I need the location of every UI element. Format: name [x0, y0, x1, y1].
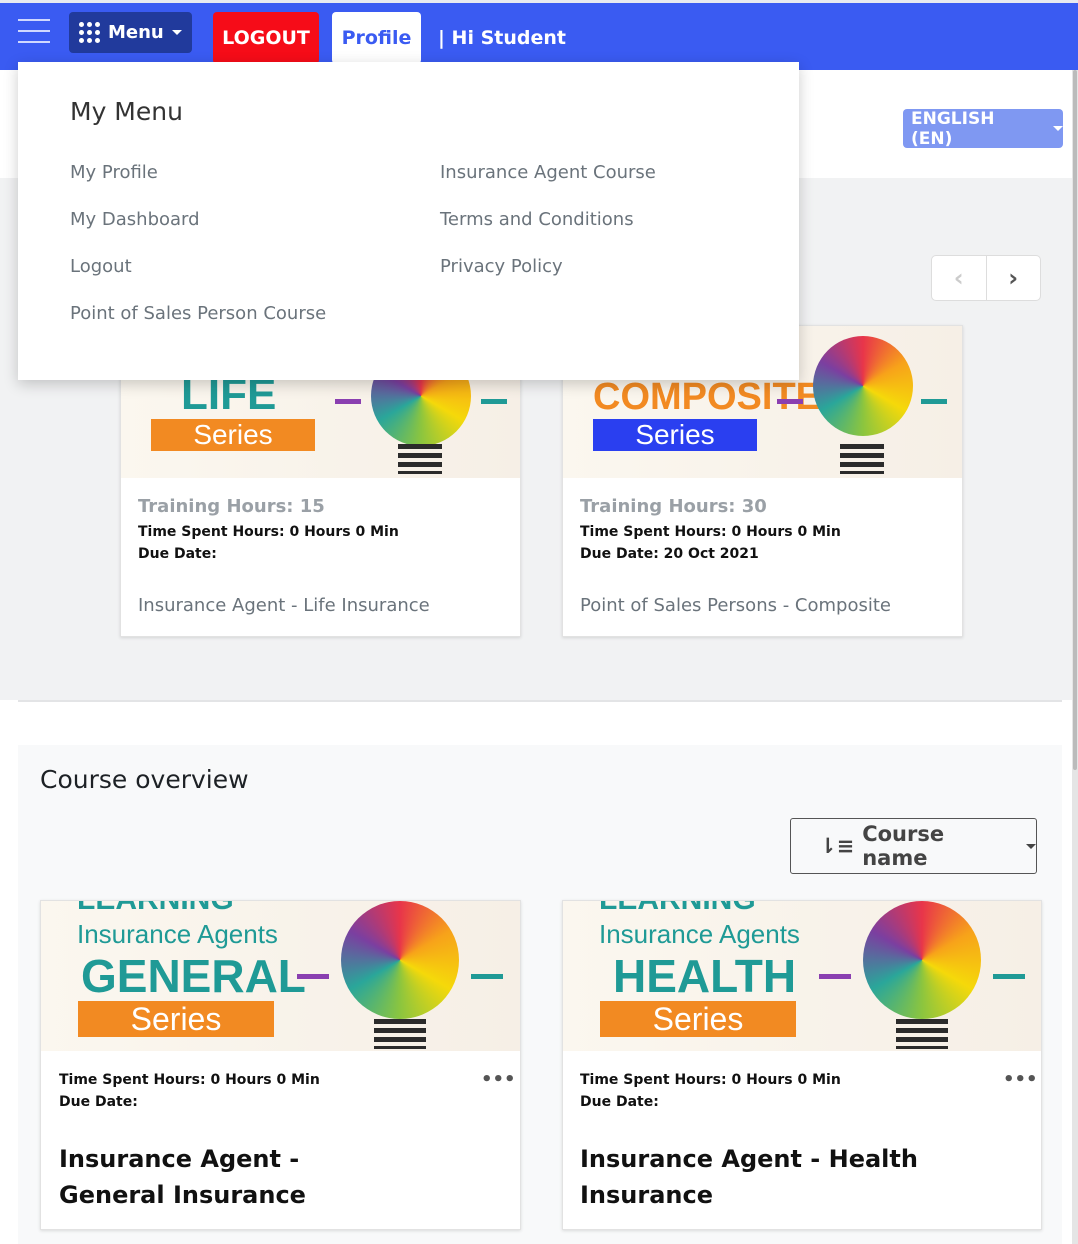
- course-card[interactable]: LEARNING Insurance Agents GENERAL Series…: [40, 900, 521, 1230]
- section-title: Course overview: [40, 765, 249, 794]
- language-selector[interactable]: ENGLISH (EN): [903, 108, 1063, 149]
- my-menu-dropdown: My Menu My Profile My Dashboard Logout P…: [18, 62, 799, 380]
- image-top: LEARNING: [599, 901, 756, 917]
- course-name-link[interactable]: Point of Sales Persons - Composite: [580, 595, 891, 616]
- due-date: Due Date:: [138, 546, 217, 562]
- menu-item-pos-course[interactable]: Point of Sales Person Course: [70, 303, 326, 324]
- course-image: LEARNING Insurance Agents HEALTH Series: [563, 901, 1041, 1051]
- menu-item-my-dashboard[interactable]: My Dashboard: [70, 209, 200, 230]
- time-spent: Time Spent Hours: 0 Hours 0 Min: [580, 1072, 841, 1088]
- time-spent: Time Spent Hours: 0 Hours 0 Min: [138, 524, 399, 540]
- sort-icon: ⇂≡: [819, 834, 855, 858]
- grid-icon: [79, 22, 100, 43]
- divider: [18, 700, 1062, 702]
- image-title: COMPOSITE: [593, 376, 822, 418]
- next-chevron-icon[interactable]: ›: [987, 256, 1041, 300]
- menu-item-privacy[interactable]: Privacy Policy: [440, 256, 563, 277]
- menu-item-my-profile[interactable]: My Profile: [70, 162, 158, 183]
- caret-down-icon: [1026, 843, 1036, 849]
- menu-label: Menu: [108, 22, 164, 43]
- header: Menu LOGOUT Profile | Hi Student: [0, 3, 1078, 70]
- sort-dropdown[interactable]: ⇂≡ Course name: [790, 818, 1037, 874]
- profile-button[interactable]: Profile: [332, 12, 421, 64]
- course-card[interactable]: LEARNING Insurance Agents HEALTH Series …: [562, 900, 1042, 1230]
- course-name-link[interactable]: Insurance Agent - Health Insurance: [580, 1141, 920, 1213]
- more-options-icon[interactable]: •••: [1003, 1069, 1038, 1090]
- logout-button[interactable]: LOGOUT: [213, 12, 319, 64]
- image-sub: Insurance Agents: [77, 919, 278, 949]
- language-label: ENGLISH (EN): [911, 108, 995, 149]
- image-band: Series: [593, 419, 757, 451]
- menu-button[interactable]: Menu: [69, 12, 192, 53]
- image-top: LEARNING: [77, 901, 234, 917]
- course-name-link[interactable]: Insurance Agent - Life Insurance: [138, 595, 430, 616]
- time-spent: Time Spent Hours: 0 Hours 0 Min: [59, 1072, 320, 1088]
- menu-item-insurance-agent-course[interactable]: Insurance Agent Course: [440, 162, 656, 183]
- course-image: LEARNING Insurance Agents GENERAL Series: [41, 901, 520, 1051]
- scrollbar[interactable]: [1072, 70, 1078, 1244]
- my-menu-title: My Menu: [70, 97, 183, 126]
- sort-label: Course name: [862, 822, 945, 870]
- image-band: Series: [151, 419, 315, 451]
- image-band: Series: [600, 1001, 796, 1037]
- menu-item-terms[interactable]: Terms and Conditions: [440, 209, 634, 230]
- image-band: Series: [78, 1001, 274, 1037]
- due-date: Due Date: 20 Oct 2021: [580, 546, 759, 562]
- training-hours: Training Hours: 15: [138, 496, 325, 517]
- hamburger-menu-icon[interactable]: [18, 19, 50, 45]
- carousel-pager: ‹ ›: [931, 255, 1041, 301]
- due-date: Due Date:: [59, 1094, 138, 1110]
- time-spent: Time Spent Hours: 0 Hours 0 Min: [580, 524, 841, 540]
- menu-item-logout[interactable]: Logout: [70, 256, 132, 277]
- caret-down-icon: [171, 30, 182, 35]
- due-date: Due Date:: [580, 1094, 659, 1110]
- caret-down-icon: [1053, 126, 1063, 131]
- image-title: GENERAL: [81, 950, 306, 1002]
- greeting: | Hi Student: [438, 27, 566, 49]
- image-title: HEALTH: [613, 950, 797, 1002]
- course-name-link[interactable]: Insurance Agent - General Insurance: [59, 1141, 399, 1213]
- training-hours: Training Hours: 30: [580, 496, 767, 517]
- more-options-icon[interactable]: •••: [481, 1069, 516, 1090]
- prev-chevron-icon[interactable]: ‹: [932, 256, 987, 300]
- image-sub: Insurance Agents: [599, 919, 800, 949]
